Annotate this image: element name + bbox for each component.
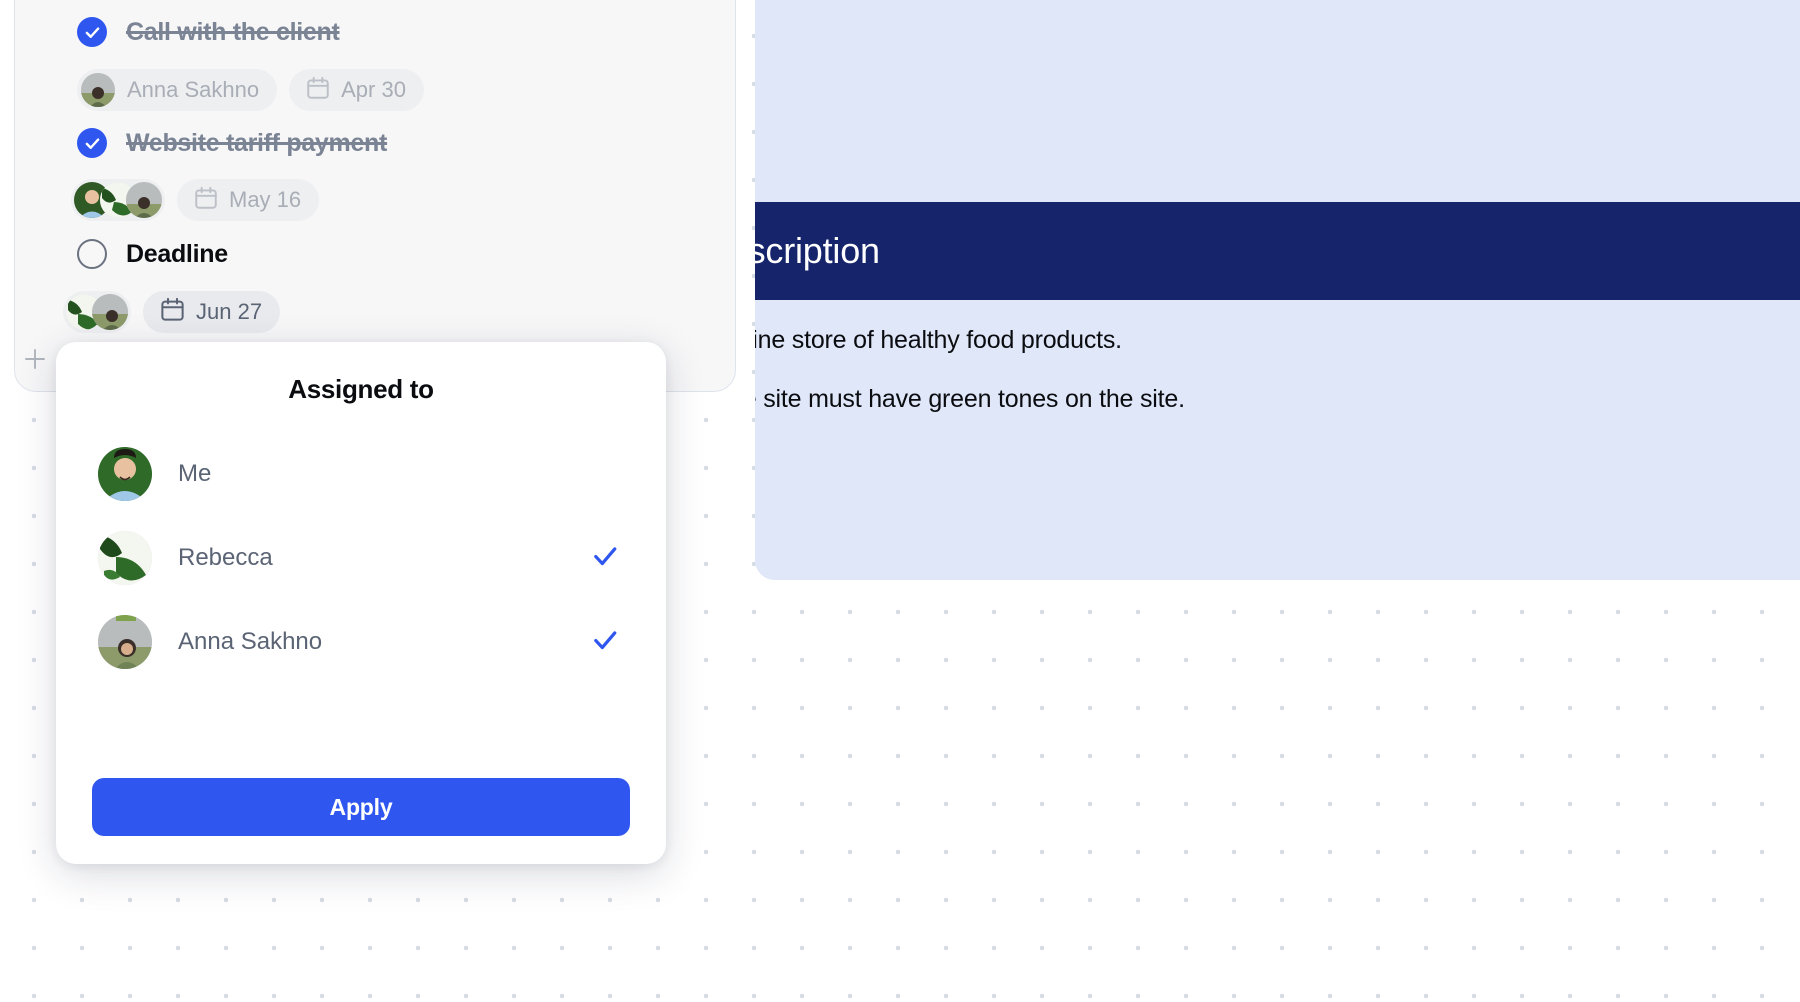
todo-item-2[interactable]: Deadline	[77, 239, 228, 269]
avatar-me	[98, 447, 152, 501]
calendar-icon	[193, 185, 219, 216]
todo-item-0[interactable]: Call with the client	[77, 17, 340, 47]
popup-title: Assigned to	[288, 374, 434, 404]
avatar	[126, 182, 162, 218]
assignee-row-anna[interactable]: Anna Sakhno	[98, 613, 624, 671]
avatar-rebecca	[98, 531, 152, 585]
check-icon	[592, 627, 618, 658]
date-chip[interactable]: May 16	[177, 179, 320, 221]
task-checklist-card: Call with the client Anna Sakhno Apr 30	[14, 0, 736, 392]
description-block: Description Online store of healthy food…	[755, 202, 1800, 580]
assigned-to-popup: Assigned to Me Rebecca Anna Sakhno Apply	[56, 342, 666, 864]
todo-checkbox-unchecked[interactable]	[77, 239, 107, 269]
client-info-panel: Name client Roles Email Mark Ricco Shop …	[755, 0, 1800, 580]
date-chip-label: Apr 30	[341, 77, 406, 102]
date-chip[interactable]: Apr 30	[289, 69, 424, 111]
assignee-chip-label: Anna Sakhno	[127, 77, 260, 102]
todo-checkbox-checked[interactable]	[77, 17, 107, 47]
app-canvas: Call with the client Anna Sakhno Apr 30	[0, 0, 1800, 1002]
assignee-chip[interactable]: Anna Sakhno	[77, 69, 278, 111]
description-body[interactable]: Online store of healthy food products. T…	[755, 300, 1800, 414]
check-icon	[592, 543, 618, 574]
todo-label: Deadline	[126, 239, 228, 268]
description-paragraph: The site must have green tones on the si…	[755, 385, 1185, 413]
assignee-chip[interactable]	[71, 179, 165, 221]
description-title: Description	[755, 230, 880, 271]
date-chip[interactable]: Jun 27	[143, 291, 281, 333]
description-paragraph: Online store of healthy food products.	[755, 326, 1122, 354]
todo-item-1[interactable]: Website tariff payment	[77, 128, 387, 158]
assignee-row-me[interactable]: Me	[98, 445, 624, 503]
assignee-name: Rebecca	[178, 544, 273, 571]
todo-checkbox-checked[interactable]	[77, 128, 107, 158]
date-chip-label: Jun 27	[196, 299, 263, 324]
todo-label: Website tariff payment	[126, 128, 388, 157]
assignee-name: Anna Sakhno	[178, 628, 323, 655]
assignee-row-rebecca[interactable]: Rebecca	[98, 529, 624, 587]
apply-button[interactable]: Apply	[92, 778, 630, 836]
avatar	[81, 73, 115, 107]
date-chip-label: May 16	[229, 187, 302, 212]
add-task-plus-icon[interactable]	[24, 348, 46, 370]
todo-label: Call with the client	[126, 17, 340, 46]
avatar	[92, 294, 128, 330]
assignee-chip[interactable]	[63, 291, 131, 333]
todo-meta-0: Anna Sakhno Apr 30	[77, 69, 424, 111]
todo-meta-2: Jun 27	[63, 291, 281, 333]
assignee-name: Me	[178, 460, 212, 487]
description-header: Description	[755, 202, 1800, 300]
calendar-icon	[159, 296, 186, 328]
calendar-icon	[305, 75, 331, 106]
avatar-anna	[98, 615, 152, 669]
todo-meta-1: May 16	[71, 179, 320, 221]
